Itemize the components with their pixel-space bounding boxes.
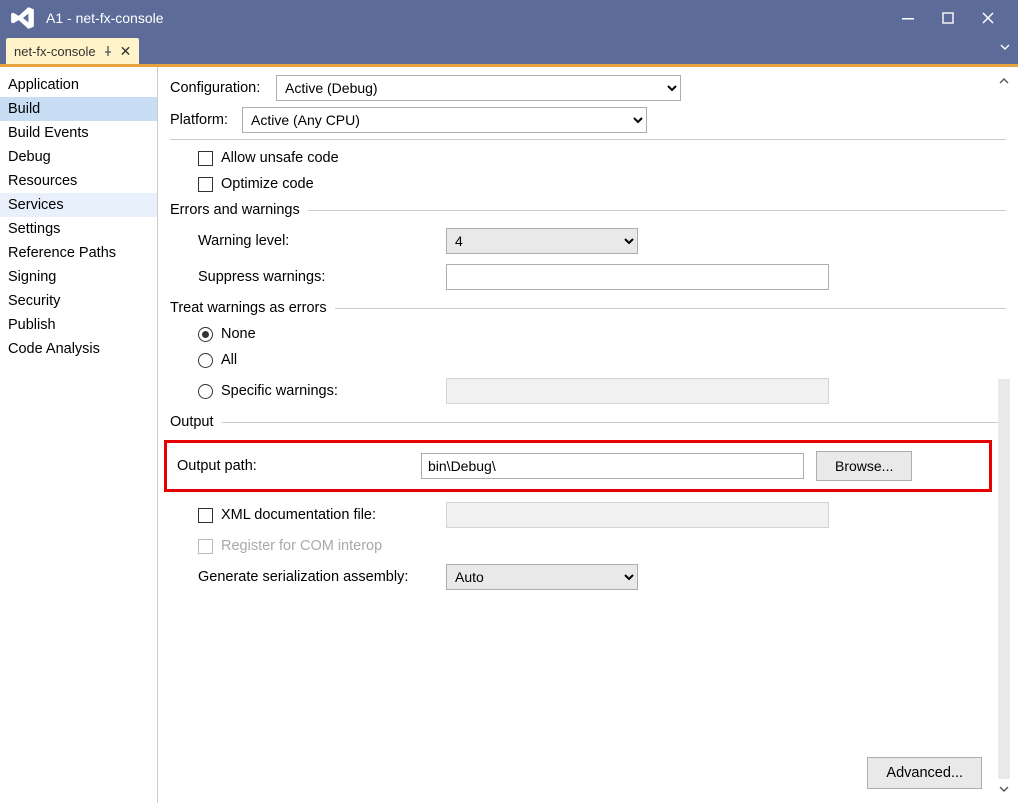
xml-doc-checkbox[interactable] [198,508,213,523]
close-button[interactable] [968,4,1008,32]
sidebar-item-security[interactable]: Security [0,289,157,313]
errors-section-title: Errors and warnings [170,202,300,218]
treat-specific-label: Specific warnings: [221,383,446,399]
scrollbar-track[interactable] [998,379,1010,779]
allow-unsafe-checkbox[interactable] [198,151,213,166]
register-com-checkbox [198,539,213,554]
sidebar-item-application[interactable]: Application [0,73,157,97]
minimize-button[interactable] [888,4,928,32]
warning-level-select[interactable]: 4 [446,228,638,254]
sidebar-item-signing[interactable]: Signing [0,265,157,289]
optimize-code-label: Optimize code [221,176,314,192]
output-path-label: Output path: [177,458,421,474]
tab-bar: net-fx-console ✕ [0,36,1018,64]
output-section-title: Output [170,414,214,430]
sidebar-item-build[interactable]: Build [0,97,157,121]
xml-doc-label: XML documentation file: [221,507,446,523]
main-panel: Configuration: Active (Debug) Platform: … [158,67,1018,803]
treat-specific-input[interactable] [446,378,829,404]
allow-unsafe-label: Allow unsafe code [221,150,339,166]
maximize-button[interactable] [928,4,968,32]
sidebar-item-debug[interactable]: Debug [0,145,157,169]
title-bar: A1 - net-fx-console [0,0,1018,36]
sidebar-item-publish[interactable]: Publish [0,313,157,337]
tab-label: net-fx-console [14,44,96,59]
sidebar-item-resources[interactable]: Resources [0,169,157,193]
output-path-input[interactable] [421,453,804,479]
treat-none-label: None [221,326,256,342]
platform-label: Platform: [170,112,242,128]
sidebar-item-code-analysis[interactable]: Code Analysis [0,337,157,361]
tab-dropdown-icon[interactable] [1000,42,1010,52]
gen-serial-select[interactable]: Auto [446,564,638,590]
treat-none-radio[interactable] [198,327,213,342]
browse-button[interactable]: Browse... [816,451,912,481]
tab-project[interactable]: net-fx-console ✕ [6,38,139,64]
treat-section-title: Treat warnings as errors [170,300,327,316]
configuration-label: Configuration: [170,80,276,96]
xml-doc-input[interactable] [446,502,829,528]
window-title: A1 - net-fx-console [46,10,888,26]
gen-serial-label: Generate serialization assembly: [198,569,446,585]
suppress-warnings-input[interactable] [446,264,829,290]
warning-level-label: Warning level: [198,233,446,249]
pin-icon[interactable] [102,45,114,57]
suppress-warnings-label: Suppress warnings: [198,269,446,285]
treat-all-label: All [221,352,237,368]
vs-logo-icon [10,5,36,31]
treat-specific-radio[interactable] [198,384,213,399]
sidebar: Application Build Build Events Debug Res… [0,67,158,803]
sidebar-item-reference-paths[interactable]: Reference Paths [0,241,157,265]
tab-close-icon[interactable]: ✕ [120,43,132,60]
treat-all-radio[interactable] [198,353,213,368]
sidebar-item-services[interactable]: Services [0,193,157,217]
scroll-down-icon[interactable] [998,783,1010,795]
scroll-up-icon[interactable] [998,75,1010,87]
output-path-highlight: Output path: Browse... [164,440,992,492]
platform-select[interactable]: Active (Any CPU) [242,107,647,133]
sidebar-item-build-events[interactable]: Build Events [0,121,157,145]
register-com-label: Register for COM interop [221,538,382,554]
configuration-select[interactable]: Active (Debug) [276,75,681,101]
optimize-code-checkbox[interactable] [198,177,213,192]
sidebar-item-settings[interactable]: Settings [0,217,157,241]
advanced-button[interactable]: Advanced... [867,757,982,789]
